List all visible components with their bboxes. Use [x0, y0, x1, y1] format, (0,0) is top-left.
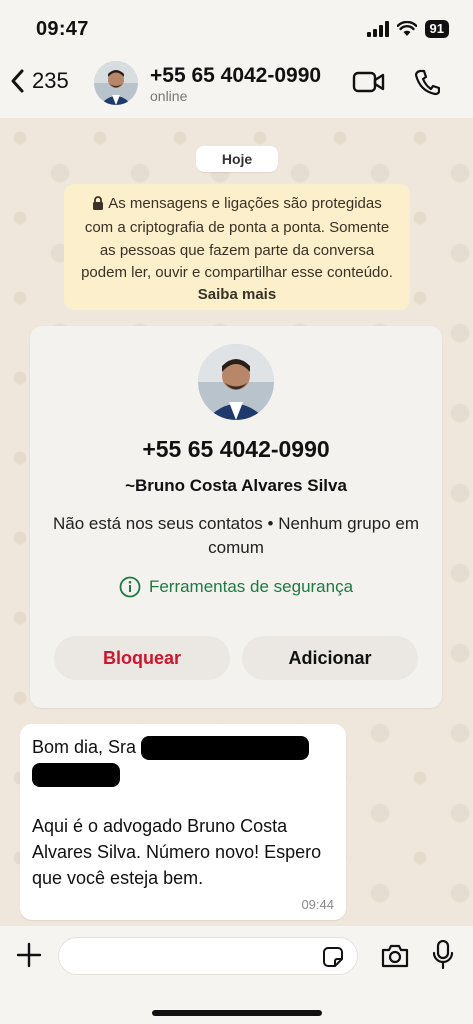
contact-avatar[interactable]	[94, 61, 138, 105]
status-time: 09:47	[36, 18, 89, 40]
voice-message-button[interactable]	[432, 939, 454, 975]
chevron-left-icon	[11, 69, 24, 93]
message-input[interactable]	[58, 937, 358, 975]
message-greeting: Bom dia, Sra	[32, 737, 137, 757]
message-timestamp: 09:44	[301, 897, 334, 912]
card-contact-info: Não está nos seus contatos • Nenhum grup…	[53, 514, 419, 557]
message-redacted-line	[32, 760, 334, 787]
contact-title[interactable]: +55 65 4042-0990	[150, 64, 321, 88]
unknown-contact-card: +55 65 4042-0990 ~Bruno Costa Alvares Si…	[30, 326, 442, 708]
message-body: Aqui é o advogado Bruno Costa Alvares Si…	[32, 815, 322, 888]
avatar-image	[198, 344, 274, 420]
redacted-name-continued	[32, 762, 120, 787]
incoming-message[interactable]: Bom dia, Sra Aqui é o advogado Bruno Cos…	[20, 724, 346, 920]
info-icon	[119, 576, 141, 598]
contact-card-avatar[interactable]	[198, 344, 274, 420]
battery-indicator: 91	[424, 20, 449, 38]
message-composer	[0, 926, 473, 1024]
block-button[interactable]: Bloquear	[54, 636, 230, 680]
attach-button[interactable]	[16, 942, 42, 973]
online-status: online	[150, 88, 188, 104]
avatar-image	[94, 61, 138, 105]
camera-button[interactable]	[380, 944, 410, 973]
learn-more-link[interactable]: Saiba mais	[198, 286, 276, 303]
redacted-name	[141, 736, 310, 761]
card-push-name: ~Bruno Costa Alvares Silva	[125, 476, 347, 495]
microphone-icon	[432, 939, 454, 970]
voice-call-button[interactable]	[414, 68, 441, 101]
sticker-icon	[323, 947, 343, 967]
camera-icon	[381, 944, 409, 968]
sticker-button[interactable]	[322, 946, 344, 973]
home-indicator	[152, 1010, 322, 1016]
video-call-button[interactable]	[352, 70, 386, 99]
security-tools-label: Ferramentas de segurança	[148, 577, 354, 596]
signal-icon	[366, 21, 389, 37]
phone-call-icon	[414, 69, 441, 96]
video-call-icon	[352, 71, 385, 93]
lock-icon	[92, 195, 104, 217]
plus-icon	[16, 942, 42, 968]
chat-header: 235 +55 65 4042-0990 online	[0, 50, 473, 118]
day-separator: Hoje	[196, 146, 278, 172]
back-button[interactable]: 235	[10, 68, 69, 94]
status-bar: 09:47 91	[0, 0, 473, 50]
unread-count: 235	[32, 68, 69, 93]
status-icons: 91	[366, 20, 449, 38]
encryption-text: As mensagens e ligações são protegidas c…	[81, 195, 393, 281]
security-tools-link[interactable]: Ferramentas de segurança	[30, 576, 442, 598]
add-contact-button[interactable]: Adicionar	[242, 636, 418, 680]
wifi-icon	[396, 21, 417, 36]
card-phone-number: +55 65 4042-0990	[142, 436, 330, 462]
encryption-notice[interactable]: As mensagens e ligações são protegidas c…	[64, 184, 410, 310]
message-greeting-line: Bom dia, Sra	[32, 734, 334, 761]
